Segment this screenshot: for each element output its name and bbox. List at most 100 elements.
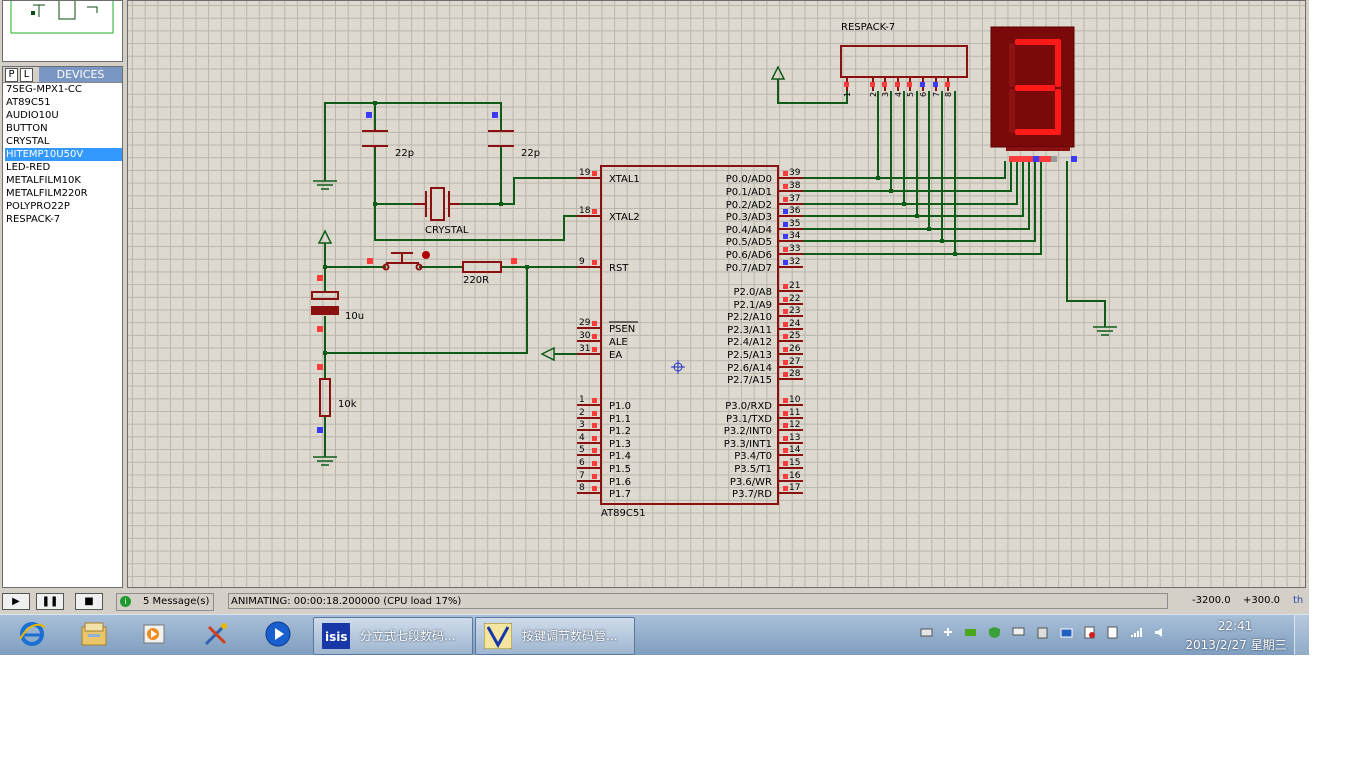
respack-pin-marker[interactable]: [945, 82, 950, 87]
device-item[interactable]: LED-RED: [5, 161, 122, 174]
nvidia-icon[interactable]: [964, 626, 977, 639]
device-item[interactable]: CRYSTAL: [5, 135, 122, 148]
file-explorer-icon[interactable]: [79, 619, 109, 649]
mcu-pin-marker[interactable]: [592, 448, 597, 453]
battery-icon[interactable]: [1036, 626, 1049, 639]
mcu-pin-marker[interactable]: [592, 347, 597, 352]
mcu-pin-marker[interactable]: [592, 398, 597, 403]
mcu-right-pins: 39 P0.0/AD0 38 P0.1/AD1 37 P0.2/AD2 36 P0.3/AD3…: [724, 168, 803, 500]
mcu-pin-marker[interactable]: [592, 486, 597, 491]
security-shield-icon[interactable]: [988, 626, 1001, 639]
mcu-pin-marker[interactable]: [783, 247, 788, 252]
device-item[interactable]: METALFILM10K: [5, 174, 122, 187]
isis-app-icon: isis: [322, 623, 350, 649]
mcu-pin-marker[interactable]: [783, 334, 788, 339]
internet-explorer-icon[interactable]: [17, 619, 47, 649]
display-icon[interactable]: [1060, 626, 1073, 639]
mcu-pin-marker[interactable]: [783, 423, 788, 428]
respack-pin-marker[interactable]: [844, 82, 849, 87]
mcu-pin-marker[interactable]: [783, 347, 788, 352]
devices-title: DEVICES: [39, 67, 122, 82]
mcu-pin-marker[interactable]: [783, 260, 788, 265]
mcu-pin-marker[interactable]: [783, 197, 788, 202]
reset-button: [382, 252, 423, 271]
mcu-pin-marker[interactable]: [592, 423, 597, 428]
media-center-icon[interactable]: [140, 619, 170, 649]
device-item[interactable]: AT89C51: [5, 96, 122, 109]
coord-y: +300.0: [1243, 595, 1281, 606]
monitor-icon[interactable]: [1012, 626, 1025, 639]
pause-button[interactable]: ❚❚: [36, 593, 64, 610]
pick-devices-button[interactable]: P: [5, 68, 18, 82]
device-item[interactable]: BUTTON: [5, 122, 122, 135]
mcu-pin-marker[interactable]: [783, 209, 788, 214]
device-item[interactable]: 7SEG-MPX1-CC: [5, 83, 122, 96]
mcu-pin-marker[interactable]: [783, 372, 788, 377]
mcu-pin-marker[interactable]: [783, 284, 788, 289]
respack-pin-marker[interactable]: [907, 82, 912, 87]
respack-label: RESPACK-7: [841, 22, 895, 33]
mcu-pin-marker[interactable]: [592, 209, 597, 214]
mcu-pin-marker[interactable]: [592, 474, 597, 479]
mcu-pin-marker[interactable]: [783, 234, 788, 239]
library-manager-button[interactable]: L: [20, 68, 33, 82]
network-signal-icon[interactable]: [1130, 626, 1143, 639]
messages-indicator[interactable]: i 5 Message(s): [116, 593, 214, 611]
device-item[interactable]: POLYPRO22P: [5, 200, 122, 213]
mcu-pin-label: P2.6/A14: [727, 363, 772, 374]
mcu-pin-label: P3.1/TXD: [726, 414, 772, 425]
mcu-pin-marker[interactable]: [783, 436, 788, 441]
device-item[interactable]: RESPACK-7: [5, 213, 122, 226]
respack-pin-marker[interactable]: [870, 82, 875, 87]
mcu-pin-marker[interactable]: [783, 411, 788, 416]
mcu-pin-marker[interactable]: [783, 448, 788, 453]
mcu-pin-marker[interactable]: [592, 321, 597, 326]
mcu-pin-marker[interactable]: [592, 260, 597, 265]
play-button[interactable]: ▶: [2, 593, 30, 610]
respack-pin-marker[interactable]: [882, 82, 887, 87]
mcu-pin-marker[interactable]: [783, 297, 788, 302]
tray-expand-icon[interactable]: [942, 626, 955, 639]
stop-button[interactable]: ■: [75, 593, 103, 610]
keyboard-icon[interactable]: [920, 626, 933, 639]
mcu-pin-marker[interactable]: [592, 461, 597, 466]
clock-time[interactable]: 22:41: [1200, 619, 1270, 633]
mcu-pin-label: P0.6/AD6: [726, 250, 772, 261]
mcu-pin-marker[interactable]: [783, 184, 788, 189]
taskbar-task-isis[interactable]: isis 分立式七段数码...: [313, 617, 473, 655]
action-center-icon[interactable]: [1083, 626, 1096, 639]
respack-body[interactable]: [840, 45, 968, 78]
mcu-pin-marker[interactable]: [592, 171, 597, 176]
schematic-canvas[interactable]: 22p 22p CRYSTAL 220R 10u 10k AT89C51 19 …: [127, 0, 1306, 588]
mcu-pin-marker[interactable]: [592, 436, 597, 441]
mcu-pin-marker[interactable]: [783, 474, 788, 479]
volume-icon[interactable]: [1154, 626, 1167, 639]
respack-pin-marker[interactable]: [895, 82, 900, 87]
clock-date[interactable]: 2013/2/27 星期三: [1184, 636, 1288, 653]
mcu-pin-marker[interactable]: [783, 360, 788, 365]
show-desktop-button[interactable]: [1294, 615, 1309, 655]
mcu-pin-marker[interactable]: [783, 171, 788, 176]
mcu-pin-number: 13: [789, 433, 800, 443]
device-item[interactable]: HITEMP10U50V: [5, 148, 122, 161]
mcu-pin-number: 26: [789, 344, 801, 354]
media-player-icon[interactable]: [263, 619, 293, 649]
taskbar-task-keil[interactable]: 按键调节数码管...: [475, 617, 635, 655]
mcu-pin-marker[interactable]: [783, 486, 788, 491]
mcu-pin-number: 36: [789, 206, 801, 216]
respack-pin-marker[interactable]: [933, 82, 938, 87]
mcu-pin-marker[interactable]: [783, 461, 788, 466]
button-actuator[interactable]: [422, 251, 430, 259]
mcu-pin-marker[interactable]: [783, 398, 788, 403]
mcu-pin-marker[interactable]: [592, 334, 597, 339]
mcu-pin-marker[interactable]: [592, 411, 597, 416]
device-item[interactable]: METALFILM220R: [5, 187, 122, 200]
mcu-pin-marker[interactable]: [783, 322, 788, 327]
mcu-pin-marker[interactable]: [783, 222, 788, 227]
clipboard-icon[interactable]: [1106, 626, 1119, 639]
mcu-pin-marker[interactable]: [783, 309, 788, 314]
device-item[interactable]: AUDIO10U: [5, 109, 122, 122]
respack-pin-marker[interactable]: [920, 82, 925, 87]
tools-icon[interactable]: [201, 619, 231, 649]
overview-window[interactable]: [2, 0, 123, 62]
